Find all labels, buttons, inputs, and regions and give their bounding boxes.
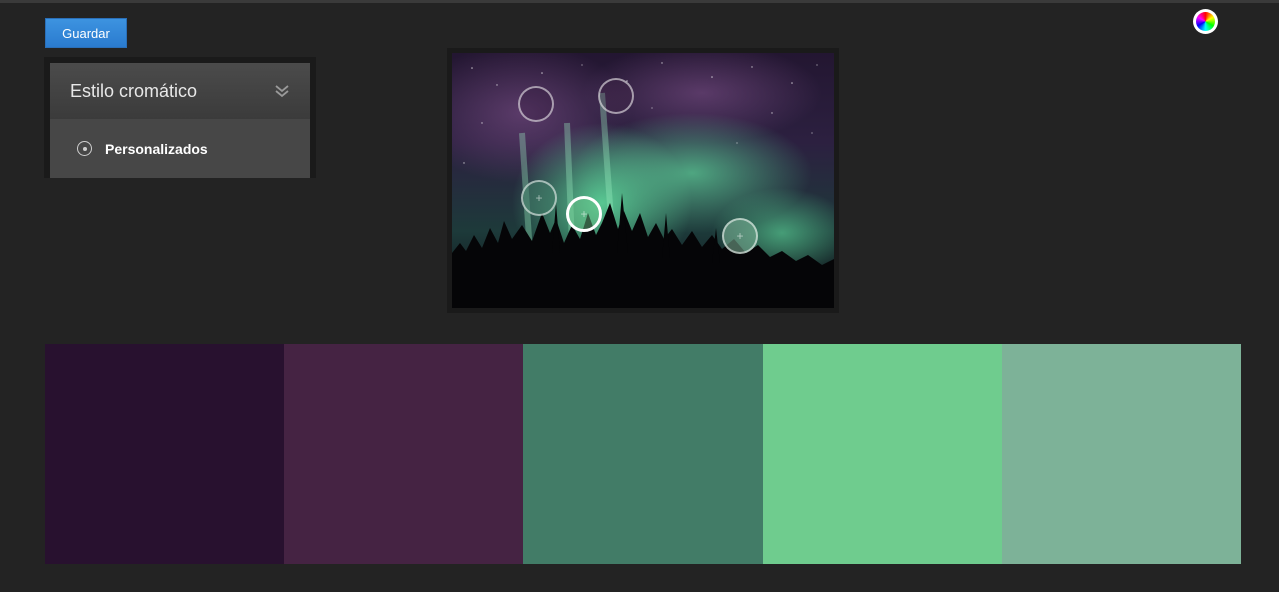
plus-icon: + xyxy=(736,229,744,243)
color-picker-2[interactable] xyxy=(598,78,634,114)
color-swatches xyxy=(45,344,1242,564)
swatch-5[interactable] xyxy=(1001,344,1242,564)
color-picker-1[interactable] xyxy=(518,86,554,122)
color-picker-4-active[interactable]: + xyxy=(566,196,602,232)
swatch-4[interactable] xyxy=(762,344,1002,564)
color-style-options: Personalizados xyxy=(50,119,310,178)
option-personalizados[interactable]: Personalizados xyxy=(77,141,208,157)
plus-icon: + xyxy=(580,207,588,221)
color-style-title: Estilo cromático xyxy=(70,80,198,101)
option-label: Personalizados xyxy=(105,140,208,157)
double-chevron-down-icon[interactable] xyxy=(274,84,290,98)
save-button[interactable]: Guardar xyxy=(45,18,127,48)
radio-selected-icon[interactable] xyxy=(77,141,92,156)
swatch-3[interactable] xyxy=(523,344,763,564)
aurora-photo xyxy=(452,53,834,308)
color-wheel-icon[interactable] xyxy=(1193,9,1218,34)
color-style-panel: Estilo cromático Personalizados xyxy=(44,57,316,178)
color-picker-3[interactable]: + xyxy=(521,180,557,216)
color-picker-5[interactable]: + xyxy=(722,218,758,254)
color-style-dropdown[interactable]: Estilo cromático xyxy=(50,63,310,119)
plus-icon: + xyxy=(535,191,543,205)
swatch-2[interactable] xyxy=(284,344,524,564)
image-frame: + + + xyxy=(447,48,839,313)
top-border xyxy=(0,0,1279,3)
swatch-1[interactable] xyxy=(45,344,285,564)
